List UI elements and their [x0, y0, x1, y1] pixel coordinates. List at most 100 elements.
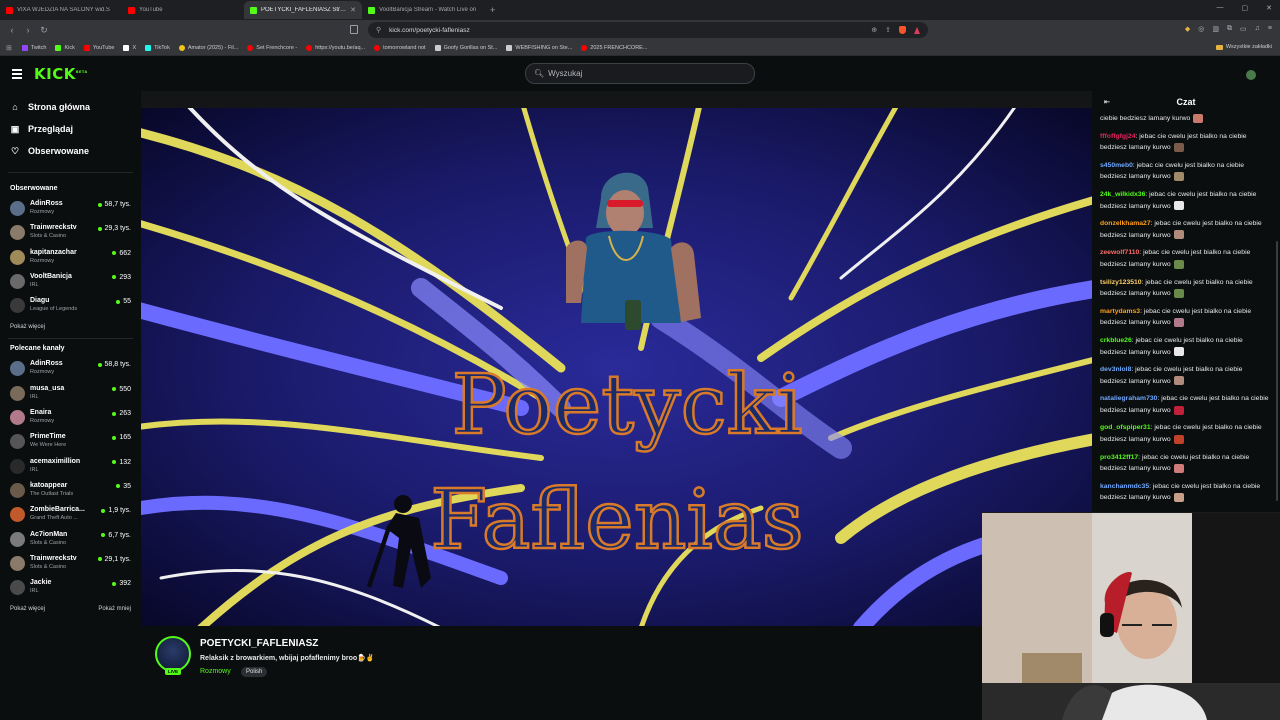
search-input[interactable]: 🔍︎ Wyszukaj — [525, 63, 755, 84]
hamburger-menu-icon[interactable] — [12, 69, 22, 81]
bookmark-item[interactable]: X — [123, 44, 136, 51]
browser-tab-active[interactable]: POETYCKI_FAFLENIASZ Strea ✕ — [244, 1, 362, 19]
all-bookmarks[interactable]: Wszystkie zakładki — [1215, 44, 1272, 50]
sidebar-channel-row[interactable]: PrimeTime We Were Here 165 — [0, 430, 141, 454]
zoom-icon[interactable]: ⊕ — [871, 26, 877, 34]
bookmark-item[interactable]: WEBFISHING on Ste... — [506, 44, 572, 51]
channel-name[interactable]: POETYCKI_FAFLENIASZ — [200, 638, 318, 649]
maximize-icon[interactable]: ▢ — [1242, 4, 1249, 12]
live-badge: LIVE — [165, 668, 182, 675]
followed-channel-list: AdinRoss Rozmowy 58,7 tys. Trainwreckstv Slo… — [0, 197, 141, 318]
menu-icon[interactable]: ≡ — [1268, 25, 1272, 33]
sidebar-item-browse[interactable]: ▣ Przeglądaj — [0, 118, 141, 140]
sidebar-channel-row[interactable]: musa_usa IRL 550 — [0, 382, 141, 406]
channel-category: Grand Theft Auto ... — [30, 515, 78, 522]
stream-category[interactable]: Rozmowy — [200, 668, 231, 675]
address-bar[interactable]: ⚲ kick.com/poetycki-fafleniasz ⊕ ⇪ — [368, 22, 928, 38]
channel-category: IRL — [30, 281, 39, 288]
apps-icon[interactable]: ⊞ — [6, 44, 12, 52]
channel-category: IRL — [30, 588, 39, 595]
minimize-icon[interactable]: — — [1217, 4, 1224, 12]
bookmark-item[interactable]: Amator (2025) - Fil... — [178, 44, 238, 51]
chat-username[interactable]: martydams3 — [1100, 308, 1140, 315]
sidebar-item-label: Obserwowane — [28, 146, 90, 156]
chat-username[interactable]: kanchanmdc35 — [1100, 483, 1149, 490]
browser-tab[interactable]: VIXA WJEDZIA NA SALONY wid.S — [0, 1, 122, 19]
forward-icon[interactable]: › — [20, 25, 36, 35]
channel-category: Slots & Casino — [30, 563, 67, 570]
video-player[interactable]: Poetycki Faflenias — [141, 108, 1092, 626]
sidebar-channel-row[interactable]: Trainwreckstv Slots & Casino 29,1 tys. — [0, 552, 141, 576]
viewer-count: 29,3 tys. — [97, 225, 131, 232]
chat-username[interactable]: fffoffgfgj24 — [1100, 133, 1136, 140]
channel-name: acemaximillion — [30, 457, 81, 465]
collapse-chat-icon[interactable]: ⇤ — [1104, 98, 1110, 106]
search-placeholder: Wyszukaj — [548, 69, 583, 78]
browser-tab[interactable]: YouTube — [122, 1, 244, 19]
chat-username[interactable]: zeewolf7110 — [1100, 249, 1139, 256]
chat-username[interactable]: crkblue26 — [1100, 337, 1132, 344]
chat-scrollbar[interactable] — [1276, 241, 1278, 501]
sidebar-channel-row[interactable]: VooltBanicja IRL 293 — [0, 270, 141, 294]
kick-logo[interactable]: KICKBETA — [34, 65, 88, 83]
close-tab-icon[interactable]: ✕ — [350, 6, 356, 14]
media-icon[interactable]: ♫ — [1255, 25, 1260, 33]
chat-username[interactable]: pro3412ff17 — [1100, 454, 1138, 461]
back-icon[interactable]: ‹ — [4, 25, 20, 35]
bookmark-item[interactable]: YouTube — [83, 44, 114, 51]
steam-icon — [506, 44, 513, 51]
brave-shield-icon[interactable] — [899, 26, 906, 34]
sidebar-icon[interactable]: ▥ — [1212, 25, 1219, 33]
close-window-icon[interactable]: ✕ — [1266, 4, 1272, 12]
chat-username[interactable]: tsilizy123510 — [1100, 279, 1142, 286]
sidebar-channel-row[interactable]: acemaximillion IRL 132 — [0, 455, 141, 479]
bookmark-icon[interactable] — [350, 25, 358, 34]
extensions-icon[interactable]: ⧉ — [1227, 25, 1232, 33]
user-avatar[interactable] — [1246, 70, 1256, 80]
chat-username[interactable]: 24k_wilkidx36 — [1100, 191, 1145, 198]
sidebar-channel-row[interactable]: kapitanzachar Rozmowy 662 — [0, 246, 141, 270]
vpn-icon[interactable]: ◎ — [1198, 25, 1204, 33]
chat-username[interactable]: nataliegraham730 — [1100, 395, 1157, 402]
channel-avatar[interactable] — [155, 636, 191, 672]
browser-tab[interactable]: VooltBanicja Stream - Watch Live on — [362, 1, 484, 19]
bookmark-item[interactable]: https://youtu.be/aq... — [306, 44, 365, 51]
language-tag[interactable]: Polish — [241, 667, 268, 677]
brave-rewards-icon[interactable] — [914, 26, 920, 34]
share-icon[interactable]: ⇪ — [885, 26, 891, 34]
bookmark-item[interactable]: 2025 FRENCHCORE... — [581, 44, 647, 51]
site-info-icon[interactable]: ⚲ — [376, 26, 381, 34]
sidebar-channel-row[interactable]: Jackie IRL 392 — [0, 576, 141, 600]
bookmark-item[interactable]: TikTok — [145, 44, 170, 51]
chat-username[interactable]: god_ofspiper31 — [1100, 424, 1151, 431]
chat-message: kanchanmdc35: jebac cie cwelu jest bialk… — [1092, 481, 1280, 510]
viewer-count-value: 35 — [123, 482, 131, 490]
bookmark-item[interactable]: Kick — [55, 44, 75, 51]
sidebar-channel-row[interactable]: AdinRoss Rozmowy 58,7 tys. — [0, 197, 141, 221]
sidebar-channel-row[interactable]: Trainwreckstv Slots & Casino 29,3 tys. — [0, 221, 141, 245]
sidebar-item-home[interactable]: ⌂ Strona główna — [0, 96, 141, 118]
sidebar-channel-row[interactable]: Ac7ionMan Slots & Casino 6,7 tys. — [0, 528, 141, 552]
bookmark-item[interactable]: tomorrowland not — [374, 44, 426, 51]
show-more-button[interactable]: Pokaż więcej — [10, 606, 45, 612]
live-dot-icon — [101, 508, 106, 513]
show-less-button[interactable]: Pokaż mniej — [98, 606, 131, 612]
show-more-followed[interactable]: Pokaż więcej — [0, 320, 141, 334]
sidebar-channel-row[interactable]: katoappear The Outlast Trials 35 — [0, 479, 141, 503]
bookmark-item[interactable]: Set Frenchcore - — [247, 44, 297, 51]
sidebar-channel-row[interactable]: Enaira Rozmowy 263 — [0, 406, 141, 430]
sidebar-channel-row[interactable]: AdinRoss Rozmowy 58,8 tys. — [0, 357, 141, 381]
extension-icon[interactable]: ◆ — [1185, 25, 1190, 33]
bookmark-item[interactable]: Twitch — [21, 44, 46, 51]
sidebar-channel-row[interactable]: ZombieBarrica... Grand Theft Auto ... 1,9 … — [0, 503, 141, 527]
bookmark-item[interactable]: Goofy Gorillas on St... — [434, 44, 497, 51]
chat-username[interactable]: dev3nlol8 — [1100, 366, 1131, 373]
chat-username[interactable]: donzelkhama27 — [1100, 220, 1151, 227]
sidebar-channel-row[interactable]: Diagu League of Legends 55 — [0, 294, 141, 318]
new-tab-icon[interactable]: + — [490, 5, 495, 15]
sidebar-item-following[interactable]: ♡ Obserwowane — [0, 140, 141, 162]
chat-username[interactable]: s450meb0 — [1100, 162, 1133, 169]
wallet-icon[interactable]: ▭ — [1240, 25, 1247, 33]
chat-messages[interactable]: ciebie bedziesz lamany kurwo fffoffgfgj24… — [1092, 113, 1280, 513]
reload-icon[interactable]: ↻ — [36, 25, 52, 36]
